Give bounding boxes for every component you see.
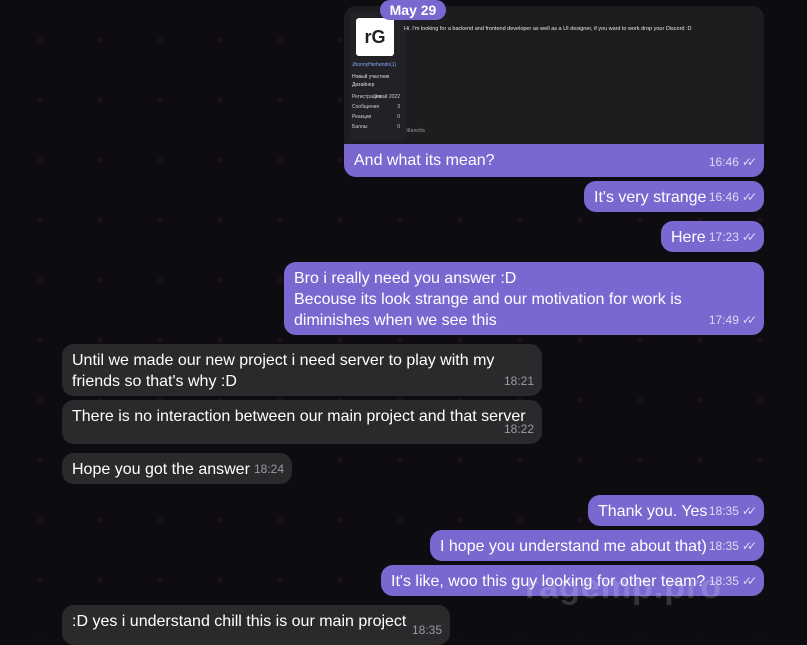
- message-bubble-incoming[interactable]: Hope you got the answer 18:24: [62, 453, 292, 484]
- message-bubble-incoming[interactable]: :D yes i understand chill this is our ma…: [62, 605, 450, 645]
- message-text: :D yes i understand chill this is our ma…: [72, 613, 407, 630]
- message-text: Hope you got the answer: [72, 461, 250, 478]
- message-bubble-outgoing[interactable]: And what its mean? 16:46 ✓✓: [344, 144, 764, 177]
- message-meta: 18:21: [504, 371, 534, 392]
- message-text-line: diminishes when we see this: [294, 312, 497, 329]
- message-text: I hope you understand me about that): [440, 538, 707, 555]
- message-time: 18:35: [708, 539, 739, 553]
- forum-report-link: Жалоба: [406, 128, 425, 134]
- message-time: 18:22: [503, 422, 534, 436]
- message-bubble-outgoing[interactable]: It's very strange 16:46 ✓✓: [584, 181, 764, 212]
- forum-screenshot-image[interactable]: 12:23 11:16 rG JhonnyHerhendo(1) Новый у…: [344, 6, 764, 144]
- message-text: And what its mean?: [354, 152, 495, 169]
- double-check-icon: ✓✓: [741, 574, 757, 588]
- forum-user-role: Новый участник: [352, 74, 390, 80]
- message-meta: 18:24: [254, 459, 284, 480]
- forum-post-text: Hi. I'm looking for a backend and fronte…: [404, 26, 692, 32]
- forum-avatar-logo: rG: [356, 18, 394, 56]
- message-text: It's very strange: [594, 189, 707, 206]
- message-bubble-incoming[interactable]: Until we made our new project i need ser…: [62, 344, 542, 396]
- watermark-text: ragemp.pro: [525, 568, 723, 606]
- double-check-icon: ✓✓: [741, 230, 757, 244]
- forum-username: JhonnyHerhendo(1): [352, 62, 397, 68]
- message-bubble-outgoing[interactable]: I hope you understand me about that) 18:…: [430, 530, 764, 561]
- message-bubble-outgoing[interactable]: Here 17:23 ✓✓: [661, 221, 764, 252]
- message-time: 18:24: [253, 462, 284, 476]
- date-separator: May 29: [380, 0, 446, 20]
- message-time: 18:35: [708, 504, 739, 518]
- message-time: 17:49: [708, 313, 739, 327]
- message-text-line: friends so that's why :D: [72, 373, 237, 390]
- message-meta: 17:23 ✓✓: [708, 227, 757, 248]
- message-meta: 16:46 ✓✓: [708, 187, 757, 208]
- forum-stat: Сообщения 3: [352, 104, 400, 110]
- message-bubble-outgoing[interactable]: Bro i really need you answer :D Becouse …: [284, 262, 764, 335]
- double-check-icon: ✓✓: [741, 504, 757, 518]
- message-meta: 18:35 ✓✓: [708, 536, 757, 557]
- message-bubble-incoming[interactable]: There is no interaction between our main…: [62, 400, 542, 444]
- message-meta: 17:49 ✓✓: [708, 310, 757, 331]
- message-text: Here: [671, 229, 706, 246]
- double-check-icon: ✓✓: [741, 313, 757, 327]
- message-meta: 16:46 ✓✓: [708, 152, 757, 173]
- forum-user-subrole: Дизайнер: [352, 82, 375, 88]
- forum-stat: Реакции 0: [352, 114, 400, 120]
- message-text: There is no interaction between our main…: [72, 408, 526, 425]
- message-time: 17:23: [708, 230, 739, 244]
- message-text-line: Bro i really need you answer :D: [294, 270, 517, 287]
- message-time: 16:46: [708, 155, 739, 169]
- message-text-line: Until we made our new project i need ser…: [72, 352, 495, 369]
- double-check-icon: ✓✓: [741, 190, 757, 204]
- message-time: 18:21: [503, 374, 534, 388]
- double-check-icon: ✓✓: [741, 539, 757, 553]
- double-check-icon: ✓✓: [741, 155, 757, 169]
- message-bubble-outgoing[interactable]: Thank you. Yes 18:35 ✓✓: [588, 495, 764, 526]
- forum-stat: Баллы 0: [352, 124, 400, 130]
- message-time: 16:46: [708, 190, 739, 204]
- message-meta: 18:35 ✓✓: [708, 501, 757, 522]
- forum-stat: Регистрация 9 май 2022: [352, 94, 400, 100]
- message-meta: 18:22: [504, 419, 534, 440]
- message-text: Thank you. Yes: [598, 503, 708, 520]
- forum-user-card: rG JhonnyHerhendo(1) Новый участник Диза…: [350, 12, 406, 140]
- message-text-line: Becouse its look strange and our motivat…: [294, 291, 682, 308]
